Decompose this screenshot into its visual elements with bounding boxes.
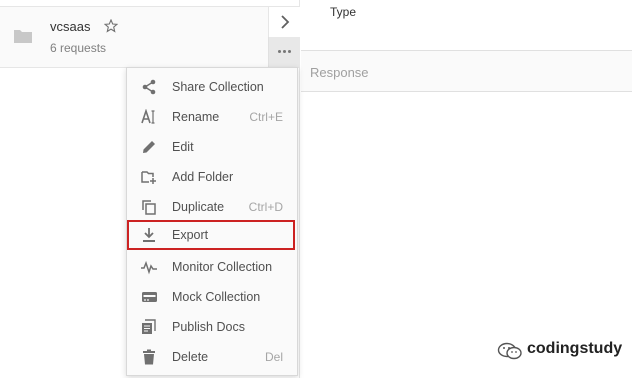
collection-row[interactable]: vcsaas 6 requests	[0, 6, 300, 68]
menu-item-shortcut: Ctrl+E	[249, 110, 283, 124]
star-icon[interactable]	[103, 18, 119, 33]
dot	[283, 50, 286, 53]
menu-item-export[interactable]: Export	[127, 220, 295, 250]
collection-context-menu: Share Collection Rename Ctrl+E Edit Add …	[126, 67, 298, 376]
share-icon	[141, 79, 157, 95]
menu-item-publish-docs[interactable]: Publish Docs	[127, 312, 297, 342]
menu-item-label: Rename	[172, 110, 220, 124]
dot	[288, 50, 291, 53]
pulse-icon	[141, 259, 157, 275]
menu-item-label: Delete	[172, 350, 209, 364]
menu-item-label: Add Folder	[172, 170, 234, 184]
chevron-right-icon	[281, 15, 290, 29]
more-options-button[interactable]	[268, 37, 300, 67]
rename-icon	[141, 108, 157, 125]
menu-item-label: Mock Collection	[172, 290, 261, 304]
pencil-icon	[141, 139, 157, 155]
trash-icon	[141, 349, 157, 365]
menu-item-shortcut: Del	[264, 350, 283, 364]
add-folder-icon	[141, 169, 157, 185]
dot	[278, 50, 281, 53]
type-label: Type	[330, 5, 357, 19]
menu-item-edit[interactable]: Edit	[127, 132, 297, 162]
menu-item-label: Share Collection	[172, 80, 264, 94]
menu-item-shortcut: Ctrl+D	[248, 200, 283, 214]
expand-button[interactable]	[268, 7, 300, 37]
response-label: Response	[310, 65, 369, 80]
menu-item-duplicate[interactable]: Duplicate Ctrl+D	[127, 192, 297, 222]
folder-icon	[13, 28, 33, 44]
menu-item-rename[interactable]: Rename Ctrl+E	[127, 102, 297, 132]
docs-icon	[141, 319, 157, 335]
duplicate-icon	[141, 199, 157, 215]
menu-item-label: Export	[172, 228, 209, 242]
menu-item-share-collection[interactable]: Share Collection	[127, 72, 297, 102]
menu-item-label: Duplicate	[172, 200, 225, 214]
menu-item-label: Monitor Collection	[172, 260, 273, 274]
menu-item-add-folder[interactable]: Add Folder	[127, 162, 297, 192]
watermark-text: codingstudy	[527, 340, 623, 357]
menu-item-label: Publish Docs	[172, 320, 245, 334]
menu-item-mock-collection[interactable]: Mock Collection	[127, 282, 297, 312]
menu-item-label: Edit	[172, 140, 194, 154]
menu-item-delete[interactable]: Delete Del	[127, 342, 297, 372]
download-icon	[141, 227, 157, 243]
response-bar: Response	[301, 50, 632, 92]
menu-item-monitor-collection[interactable]: Monitor Collection	[127, 252, 297, 282]
request-count: 6 requests	[50, 41, 107, 55]
server-icon	[141, 289, 157, 305]
collection-name: vcsaas	[50, 19, 91, 34]
wechat-icon	[497, 342, 523, 365]
